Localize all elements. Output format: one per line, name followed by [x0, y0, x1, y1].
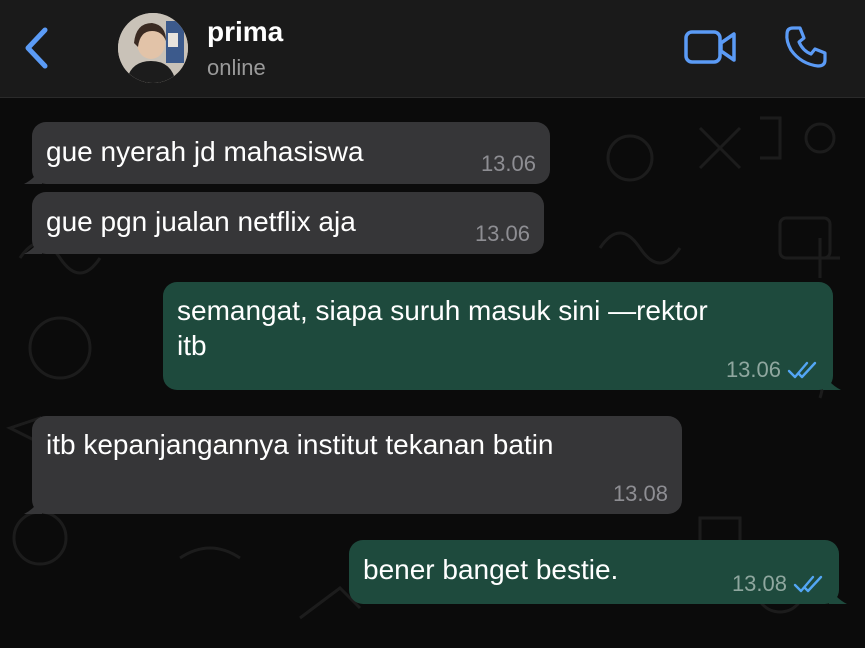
bubble-tail — [24, 166, 42, 184]
message-text: gue pgn jualan netflix aja — [46, 206, 356, 237]
message-text: bener banget bestie. — [363, 554, 619, 585]
voice-call-button[interactable] — [783, 24, 829, 70]
message-timestamp: 13.08 — [613, 480, 668, 508]
bubble-tail — [823, 372, 841, 390]
message-bubble-outgoing[interactable]: semangat, siapa suruh masuk sini —rektor… — [163, 282, 841, 390]
message-bubble-incoming[interactable]: gue pgn jualan netflix aja 13.06 — [24, 192, 544, 254]
bubble-tail — [24, 236, 42, 254]
contact-name[interactable]: prima — [207, 16, 283, 48]
double-check-icon — [793, 575, 823, 593]
chat-area[interactable]: gue nyerah jd mahasiswa 13.06 gue pgn ju… — [0, 98, 865, 648]
time-label: 13.08 — [612, 481, 668, 506]
time-label: 13.08 — [731, 571, 787, 596]
time-label: 13.06 — [725, 357, 781, 382]
profile-photo — [118, 13, 188, 83]
chevron-left-icon — [25, 27, 48, 69]
message-text-line-2: itb — [177, 330, 207, 361]
message-bubble-outgoing[interactable]: bener banget bestie. 13.08 — [349, 540, 847, 604]
message-timestamp: 13.06 — [481, 150, 536, 178]
double-check-icon — [787, 361, 817, 379]
video-camera-icon — [684, 30, 736, 64]
message-text: itb kepanjangannya institut tekanan bati… — [46, 429, 554, 460]
phone-icon — [785, 26, 827, 68]
bubble-tail — [24, 496, 42, 514]
message-timestamp: 13.08 — [732, 570, 825, 598]
message-text: gue nyerah jd mahasiswa — [46, 136, 364, 167]
message-bubble-incoming[interactable]: itb kepanjangannya institut tekanan bati… — [24, 416, 682, 514]
video-call-button[interactable] — [683, 28, 737, 66]
message-text-line-1: semangat, siapa suruh masuk sini —rektor — [177, 295, 708, 326]
time-label: 13.06 — [480, 151, 536, 176]
time-label: 13.06 — [474, 221, 530, 246]
avatar[interactable] — [118, 13, 188, 83]
back-button[interactable] — [20, 26, 56, 70]
bubble-tail — [829, 586, 847, 604]
contact-status: online — [207, 55, 266, 80]
chat-header: prima online — [0, 0, 865, 98]
message-bubble-incoming[interactable]: gue nyerah jd mahasiswa 13.06 — [24, 122, 550, 184]
message-timestamp: 13.06 — [726, 356, 819, 384]
message-timestamp: 13.06 — [475, 220, 530, 248]
